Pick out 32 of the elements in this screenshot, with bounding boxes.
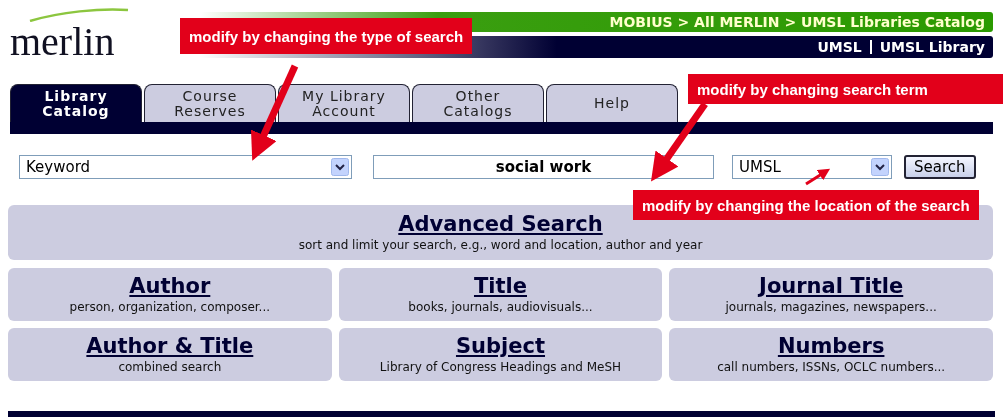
tab[interactable]: Help: [546, 84, 678, 122]
option-description: call numbers, ISSNs, OCLC numbers...: [717, 359, 946, 375]
tab[interactable]: Library Catalog: [10, 84, 142, 122]
annotation-callout: modify by changing the location of the search: [633, 190, 979, 220]
arrow: [805, 168, 831, 186]
option-description: books, journals, audiovisuals...: [408, 299, 593, 315]
tab[interactable]: Other Catalogs: [412, 84, 544, 122]
option-description: person, organization, composer...: [69, 299, 271, 315]
location-link[interactable]: UMSL: [817, 39, 862, 55]
option-description: Library of Congress Headings and MeSH: [379, 359, 622, 375]
option-description: journals, magazines, newspapers...: [725, 299, 937, 315]
location-link[interactable]: UMSL Library: [879, 39, 985, 55]
search-option-link[interactable]: Subject: [455, 334, 545, 359]
select-value: UMSL: [739, 158, 781, 176]
search-button[interactable]: Search: [904, 155, 976, 179]
search-option-link[interactable]: Author: [129, 274, 211, 299]
search-type-select[interactable]: Keyword: [19, 155, 352, 179]
select-value: Keyword: [26, 158, 91, 176]
search-option-link[interactable]: Advanced Search: [398, 212, 603, 237]
search-field[interactable]: social work: [373, 155, 714, 179]
logo-text: merlin: [10, 24, 115, 60]
option-description: sort and limit your search, e.g., word and location, author and year: [298, 237, 703, 253]
annotation-callout: modify by changing the type of search: [180, 18, 473, 54]
search-option-link[interactable]: Journal Title: [759, 274, 904, 299]
search-option-link[interactable]: Numbers: [777, 334, 885, 359]
option-description: combined search: [118, 359, 222, 375]
tab[interactable]: Course Reserves: [144, 84, 276, 122]
tab[interactable]: My Library Account: [278, 84, 410, 122]
annotation-callout: modify by changing search term: [688, 74, 1003, 104]
location-select[interactable]: UMSL: [732, 155, 892, 179]
search-option-link[interactable]: Author & Title: [86, 334, 254, 359]
search-option-link[interactable]: Title: [474, 274, 527, 299]
